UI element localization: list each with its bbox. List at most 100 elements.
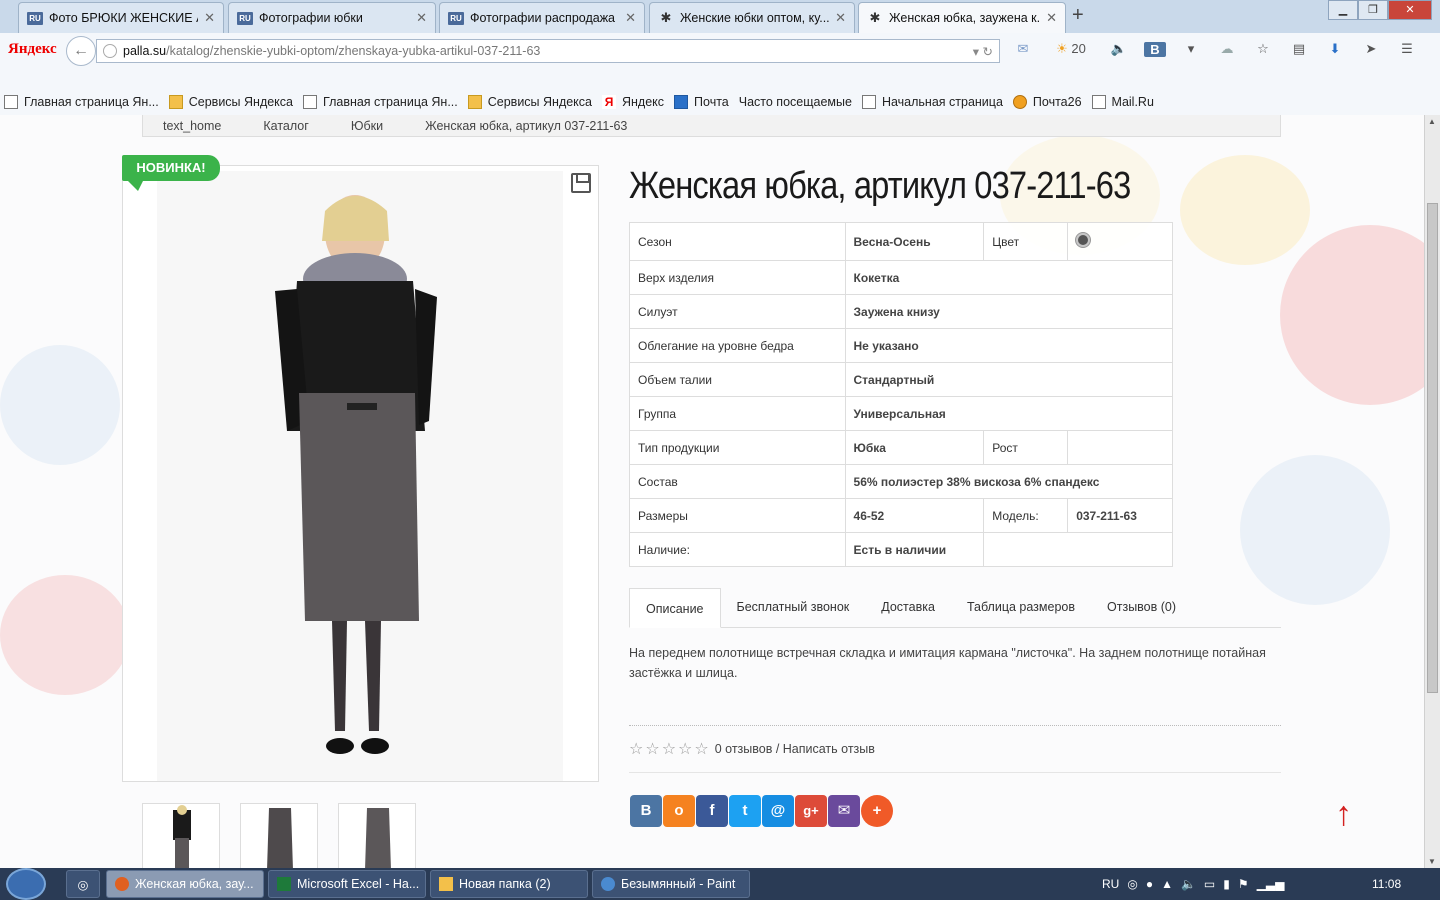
- sound-icon[interactable]: 🔈: [1108, 41, 1130, 57]
- reviews-link[interactable]: 0 отзывов / Написать отзыв: [715, 742, 875, 756]
- product-photo[interactable]: [157, 171, 563, 781]
- bookmark-item[interactable]: Главная страница Ян...: [4, 95, 159, 109]
- prop-label: Тип продукции: [629, 430, 846, 465]
- bookmark-item[interactable]: Начальная страница: [861, 95, 1003, 109]
- yandex-logo[interactable]: Яндекс: [8, 41, 57, 58]
- color-swatch[interactable]: [1076, 233, 1091, 247]
- rating-stars-icon[interactable]: ☆☆☆☆☆: [629, 739, 711, 759]
- twitter-share-icon[interactable]: t: [729, 795, 761, 827]
- network-tray-icon[interactable]: ▮: [1223, 877, 1230, 891]
- bookmark-item[interactable]: Сервисы Яндекса: [168, 95, 293, 109]
- breadcrumb-item[interactable]: Каталог: [263, 119, 308, 133]
- more-share-icon[interactable]: +: [861, 795, 893, 827]
- ru-favicon-icon: RU: [448, 11, 464, 25]
- tab-reviews[interactable]: Отзывов (0): [1091, 587, 1192, 627]
- close-icon[interactable]: ✕: [625, 10, 636, 26]
- tab-description[interactable]: Описание: [629, 588, 721, 628]
- language-indicator[interactable]: RU: [1102, 877, 1119, 891]
- vk-icon[interactable]: В: [1144, 41, 1166, 57]
- tab-free-call[interactable]: Бесплатный звонок: [721, 587, 866, 627]
- star-icon[interactable]: ☆: [1252, 41, 1274, 57]
- viber-icon[interactable]: ◎: [66, 870, 100, 898]
- taskbar-item-excel[interactable]: Microsoft Excel - На...: [268, 870, 426, 898]
- dropdown-icon[interactable]: ▾: [1180, 41, 1202, 57]
- prop-value: [1067, 430, 1173, 465]
- taskbar-item-browser[interactable]: Женская юбка, зау...: [106, 870, 264, 898]
- browser-tab-5-active[interactable]: ✱ Женская юбка, заужена к... ✕: [858, 2, 1066, 33]
- scrollbar-thumb[interactable]: [1427, 203, 1438, 693]
- thumbnail-image[interactable]: [338, 803, 416, 868]
- address-bar[interactable]: palla.su /katalog/zhenskie-yubki-optom/z…: [96, 39, 1000, 63]
- tab-size-table[interactable]: Таблица размеров: [951, 587, 1091, 627]
- table-row: Объем талии Стандартный: [629, 362, 1174, 397]
- close-icon[interactable]: ✕: [416, 10, 427, 26]
- browser-tab-3[interactable]: RU Фотографии распродажа ✕: [439, 2, 645, 33]
- bookmark-label: Mail.Ru: [1111, 95, 1154, 109]
- bookmark-label: Почта: [694, 95, 729, 109]
- page-scrollbar[interactable]: ▲ ▼: [1424, 115, 1440, 868]
- menu-icon[interactable]: ☰: [1396, 41, 1418, 57]
- mail-icon[interactable]: ✉: [1012, 41, 1034, 57]
- thumbnail-image[interactable]: [240, 803, 318, 868]
- mailru-share-icon[interactable]: @: [762, 795, 794, 827]
- globe-icon: [103, 44, 117, 58]
- save-icon[interactable]: [571, 173, 591, 193]
- taskbar-item-folder[interactable]: Новая папка (2): [430, 870, 588, 898]
- minimize-icon[interactable]: ▁: [1328, 0, 1358, 20]
- volume-tray-icon[interactable]: 🔈: [1181, 877, 1196, 891]
- browser-tab-2[interactable]: RU Фотографии юбки ✕: [228, 2, 436, 33]
- scroll-down-icon[interactable]: ▼: [1428, 857, 1436, 866]
- taskbar-clock[interactable]: 11:08: [1372, 877, 1401, 891]
- flag-tray-icon[interactable]: ⚑: [1238, 877, 1249, 891]
- scroll-to-top-icon[interactable]: ↑: [1335, 795, 1352, 834]
- window-close-icon[interactable]: ✕: [1388, 0, 1432, 20]
- clipboard-icon[interactable]: ▤: [1288, 41, 1310, 57]
- model-figure: [275, 195, 437, 754]
- weather-icon[interactable]: ☀ 20: [1048, 41, 1094, 57]
- web-page: text_home Каталог Юбки Женская юбка, арт…: [0, 115, 1424, 868]
- prop-value: Юбка: [844, 430, 985, 465]
- tab-delivery[interactable]: Доставка: [865, 587, 951, 627]
- bookmark-item[interactable]: Почта: [674, 95, 729, 109]
- bookmark-item[interactable]: Mail.Ru: [1091, 95, 1154, 109]
- browser-tab-4[interactable]: ✱ Женские юбки оптом, ку... ✕: [649, 2, 855, 33]
- scroll-up-icon[interactable]: ▲: [1428, 117, 1436, 126]
- table-row: Тип продукции Юбка Рост: [629, 430, 1173, 465]
- thumbnail-image[interactable]: [142, 803, 220, 868]
- battery-tray-icon[interactable]: ▭: [1204, 877, 1215, 891]
- product-image-box[interactable]: [122, 165, 599, 782]
- cloud-icon[interactable]: ☁: [1216, 41, 1238, 57]
- breadcrumb-item[interactable]: text_home: [163, 119, 221, 133]
- browser-tab-1[interactable]: RU Фото БРЮКИ ЖЕНСКИЕ А... ✕: [18, 2, 224, 33]
- windows-start-icon[interactable]: [6, 868, 46, 900]
- facebook-share-icon[interactable]: f: [696, 795, 728, 827]
- vk-share-icon[interactable]: В: [630, 795, 662, 827]
- security-tray-icon[interactable]: ▲: [1161, 877, 1173, 891]
- restore-icon[interactable]: ❐: [1358, 0, 1388, 20]
- bookmark-item[interactable]: Сервисы Яндекса: [467, 95, 592, 109]
- prop-label: Рост: [983, 430, 1069, 465]
- close-icon[interactable]: ✕: [204, 10, 215, 26]
- signal-tray-icon[interactable]: ▁▃▅: [1257, 877, 1285, 891]
- reload-icon[interactable]: ▾ ↻: [973, 44, 993, 59]
- odnoklassniki-share-icon[interactable]: o: [663, 795, 695, 827]
- googleplus-share-icon[interactable]: g+: [795, 795, 827, 827]
- send-icon[interactable]: ➤: [1360, 41, 1382, 57]
- prop-label: Группа: [629, 396, 846, 431]
- email-share-icon[interactable]: ✉: [828, 795, 860, 827]
- folder-icon: [168, 95, 183, 109]
- bookmark-item[interactable]: Главная страница Ян...: [303, 95, 458, 109]
- back-arrow-icon[interactable]: ←: [66, 36, 96, 66]
- bookmark-item[interactable]: Часто посещаемые: [739, 95, 852, 109]
- close-icon[interactable]: ✕: [1046, 10, 1057, 26]
- skype-tray-icon[interactable]: ●: [1146, 877, 1153, 891]
- breadcrumb-item[interactable]: Юбки: [351, 119, 383, 133]
- download-icon[interactable]: ⬇: [1324, 41, 1346, 57]
- new-tab-icon[interactable]: +: [1072, 4, 1084, 27]
- taskbar-item-paint[interactable]: Безымянный - Paint: [592, 870, 750, 898]
- bookmark-item[interactable]: Я Яндекс: [602, 95, 664, 109]
- thumbnail-figure-1: [173, 805, 191, 868]
- viber-tray-icon[interactable]: ◎: [1127, 877, 1137, 891]
- bookmark-item[interactable]: Почта26: [1012, 95, 1082, 109]
- close-icon[interactable]: ✕: [835, 10, 846, 26]
